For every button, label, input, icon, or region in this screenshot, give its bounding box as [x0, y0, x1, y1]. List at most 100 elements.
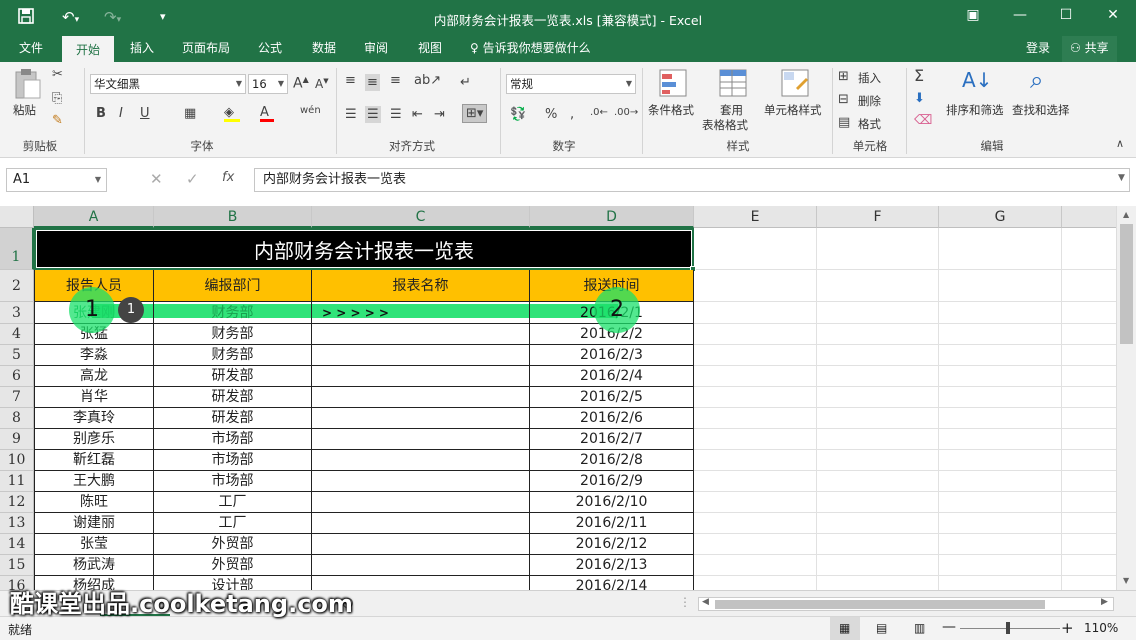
tab-formulas[interactable]: 公式	[248, 36, 292, 62]
column-header-g[interactable]: G	[939, 206, 1062, 228]
table-cell[interactable]: 市场部	[154, 450, 312, 471]
table-cell[interactable]: 工厂	[154, 513, 312, 534]
worksheet-grid[interactable]: ABCDEFG 1 2 3 4 5 6 7 8 9 10 11 12 13 14 15 16 内部财务会计报表…	[0, 206, 1116, 590]
sort-filter-icon[interactable]: A↓	[962, 70, 992, 90]
table-cell[interactable]: 市场部	[154, 429, 312, 450]
table-cell[interactable]: 2016/2/3	[530, 345, 694, 366]
align-middle-icon[interactable]: ≡	[365, 74, 380, 91]
table-cell[interactable]: 2016/2/6	[530, 408, 694, 429]
increase-decimal-icon[interactable]: .0←	[590, 108, 608, 118]
table-cell[interactable]: 2016/2/10	[530, 492, 694, 513]
table-cell[interactable]	[312, 324, 530, 345]
merge-center-icon[interactable]: ⊞▾	[462, 104, 488, 123]
table-format-icon[interactable]	[718, 68, 748, 97]
zoom-out-icon[interactable]: —	[942, 619, 956, 635]
row-header-10[interactable]: 10	[0, 450, 34, 471]
scroll-down-icon[interactable]: ▼	[1123, 576, 1129, 585]
row-header-15[interactable]: 15	[0, 555, 34, 576]
expand-formula-icon[interactable]: ▼	[1118, 173, 1125, 183]
align-center-icon[interactable]: ☰	[365, 106, 381, 123]
table-cell[interactable]: 张莹	[34, 534, 154, 555]
conditional-format-label[interactable]: 条件格式	[648, 102, 694, 118]
percent-icon[interactable]: %	[545, 108, 557, 121]
table-cell[interactable]: 2016/2/9	[530, 471, 694, 492]
table-cell[interactable]	[312, 450, 530, 471]
maximize-icon[interactable]: ☐	[1056, 7, 1076, 27]
formula-input[interactable]: 内部财务会计报表一览表	[254, 168, 1130, 192]
table-cell[interactable]	[312, 387, 530, 408]
insert-cells-icon[interactable]: ⊞	[838, 70, 849, 83]
row-header-9[interactable]: 9	[0, 429, 34, 450]
table-cell[interactable]: 2016/2/12	[530, 534, 694, 555]
ribbon-display-icon[interactable]: ▣	[963, 7, 983, 27]
table-cell[interactable]	[312, 345, 530, 366]
format-cells-label[interactable]: 格式	[858, 116, 881, 132]
table-cell[interactable]: 研发部	[154, 408, 312, 429]
fill-color-icon[interactable]: ◈	[224, 106, 240, 122]
table-cell[interactable]: 财务部	[154, 324, 312, 345]
hscroll-thumb[interactable]	[715, 600, 1045, 609]
table-cell[interactable]	[312, 513, 530, 534]
table-cell[interactable]: 2016/2/8	[530, 450, 694, 471]
table-cell[interactable]: 财务部	[154, 345, 312, 366]
phonetic-icon[interactable]: wén	[300, 106, 321, 116]
table-cell[interactable]: 外贸部	[154, 555, 312, 576]
zoom-slider-thumb[interactable]	[1006, 622, 1010, 634]
clear-icon[interactable]: ⌫	[914, 114, 932, 127]
decrease-indent-icon[interactable]: ⇤	[412, 108, 423, 121]
table-cell[interactable]	[312, 534, 530, 555]
table-format-label-2[interactable]: 表格格式	[702, 117, 748, 133]
table-cell[interactable]: 王大鹏	[34, 471, 154, 492]
row-header-4[interactable]: 4	[0, 324, 34, 345]
row-header-5[interactable]: 5	[0, 345, 34, 366]
format-cells-icon[interactable]: ▤	[838, 116, 850, 129]
minimize-icon[interactable]: —	[1010, 7, 1030, 27]
scroll-left-icon[interactable]: ◀	[702, 597, 709, 607]
format-painter-icon[interactable]: ✎	[52, 114, 63, 127]
page-break-view-icon[interactable]: ▥	[914, 621, 925, 635]
table-cell[interactable]: 谢建丽	[34, 513, 154, 534]
delete-cells-label[interactable]: 删除	[858, 93, 881, 109]
close-icon[interactable]: ✕	[1103, 7, 1123, 27]
underline-button[interactable]: U	[140, 107, 150, 120]
column-header-d[interactable]: D	[530, 206, 694, 228]
accounting-icon[interactable]: 💱	[510, 108, 526, 121]
conditional-format-icon[interactable]	[658, 68, 688, 97]
comma-icon[interactable]: ,	[570, 108, 574, 121]
table-format-label-1[interactable]: 套用	[720, 102, 743, 118]
login-link[interactable]: 登录	[1026, 36, 1050, 62]
scroll-right-icon[interactable]: ▶	[1101, 597, 1108, 607]
fill-icon[interactable]: ⬇	[914, 92, 925, 105]
column-header-c[interactable]: C	[312, 206, 530, 228]
autosum-icon[interactable]: Σ	[914, 68, 924, 84]
table-cell[interactable]: 2016/2/4	[530, 366, 694, 387]
table-cell[interactable]: 研发部	[154, 387, 312, 408]
find-select-label[interactable]: 查找和选择	[1012, 102, 1070, 118]
table-cell[interactable]: 工厂	[154, 492, 312, 513]
row-header-6[interactable]: 6	[0, 366, 34, 387]
tab-file[interactable]: 文件	[8, 36, 54, 62]
row-header-2[interactable]: 2	[0, 270, 34, 302]
align-right-icon[interactable]: ☰	[390, 108, 402, 121]
column-header-f[interactable]: F	[817, 206, 939, 228]
cut-icon[interactable]: ✂	[52, 68, 63, 81]
table-cell[interactable]: > > > > >	[312, 302, 530, 324]
zoom-slider-track[interactable]	[960, 628, 1060, 629]
enter-icon[interactable]: ✓	[186, 170, 199, 188]
italic-button[interactable]: I	[119, 107, 123, 120]
vertical-scrollbar[interactable]: ▲ ▼	[1116, 206, 1136, 590]
tab-page-layout[interactable]: 页面布局	[172, 36, 240, 62]
column-header-b[interactable]: B	[154, 206, 312, 228]
table-header-cell[interactable]: 报表名称	[312, 270, 530, 302]
table-cell[interactable]: 2016/2/7	[530, 429, 694, 450]
row-header-8[interactable]: 8	[0, 408, 34, 429]
tab-insert[interactable]: 插入	[120, 36, 164, 62]
share-button[interactable]: ⚇ 共享	[1062, 36, 1117, 62]
wrap-text-icon[interactable]: ↵	[460, 76, 471, 89]
row-header-14[interactable]: 14	[0, 534, 34, 555]
tab-review[interactable]: 审阅	[354, 36, 398, 62]
font-color-icon[interactable]: A	[260, 106, 274, 122]
cell-style-label[interactable]: 单元格样式	[764, 102, 822, 118]
table-cell[interactable]	[312, 555, 530, 576]
find-select-icon[interactable]: ⌕	[1030, 68, 1043, 92]
